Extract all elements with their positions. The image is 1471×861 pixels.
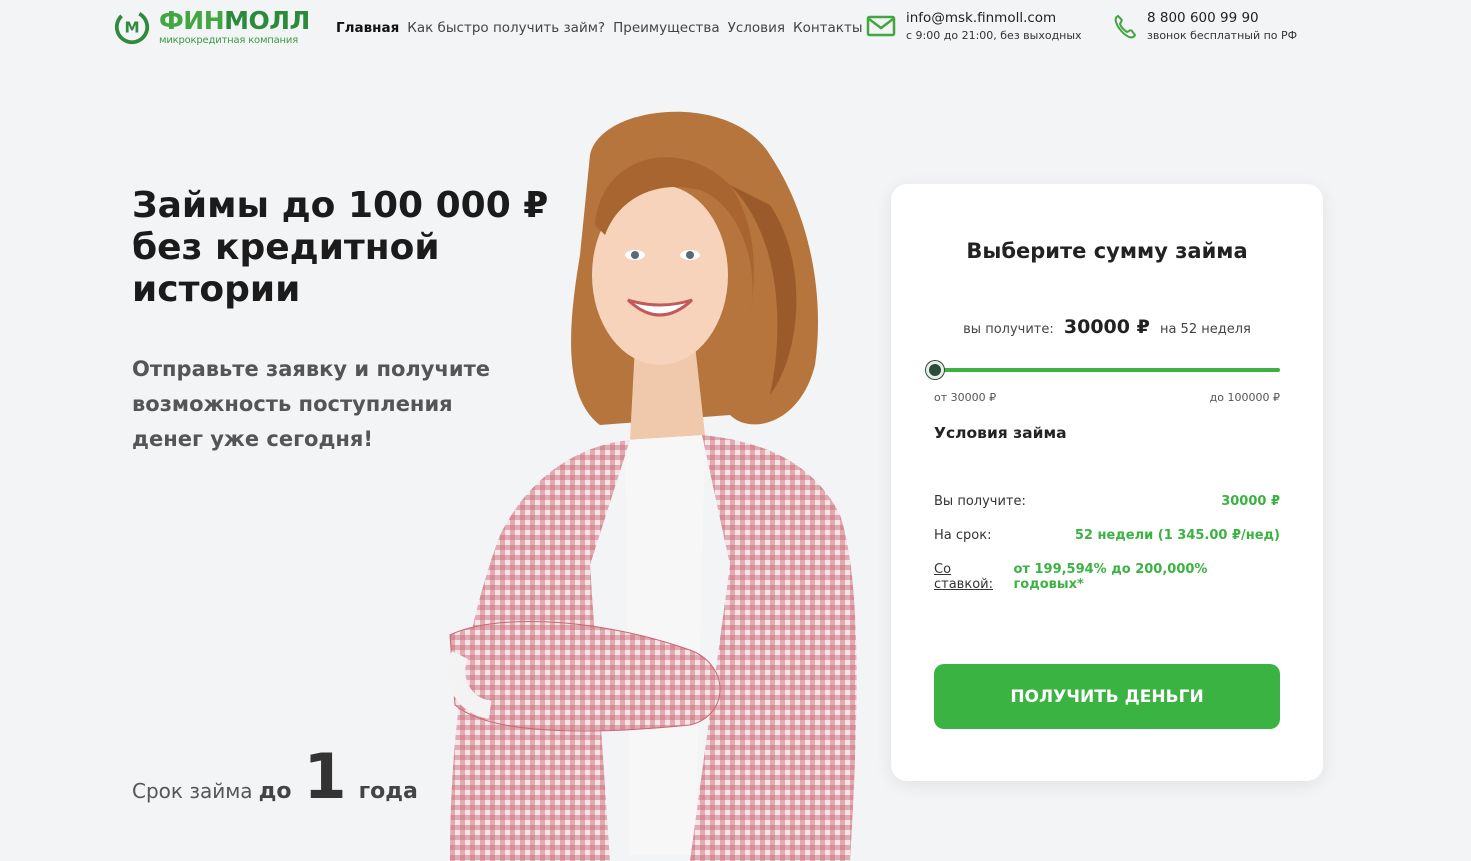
condition-row-amount: Вы получите: 30000 ₽ (934, 494, 1280, 509)
condition-value: от 199,594% до 200,000% годовых* (1013, 562, 1208, 592)
hero-person-image (447, 111, 857, 861)
condition-label: Вы получите: (934, 494, 1026, 509)
receive-label: вы получите: (963, 322, 1054, 337)
loan-calculator-card: Выберите сумму займа вы получите: 30000 … (891, 184, 1323, 781)
contact-phone[interactable]: 8 800 600 99 90 звонок бесплатный по РФ (1113, 10, 1297, 42)
phone-note: звонок бесплатный по РФ (1147, 29, 1298, 42)
rate-link[interactable]: Со ставкой: (934, 562, 1013, 592)
condition-value: 52 недели (1 345.00 ₽/нед) (1074, 528, 1280, 543)
term-prefix: Срок займа (132, 779, 253, 803)
mail-icon (866, 15, 896, 37)
nav-conditions[interactable]: Условия (728, 20, 785, 36)
logo-mark-icon: M (114, 9, 150, 45)
amount-slider[interactable] (926, 361, 1280, 379)
nav-contacts[interactable]: Контакты (793, 20, 862, 36)
email-address[interactable]: info@msk.finmoll.com (906, 10, 1082, 26)
contact-email[interactable]: info@msk.finmoll.com с 9:00 до 21:00, бе… (866, 10, 1082, 42)
main-nav: Главная Как быстро получить займ? Преиму… (336, 20, 862, 36)
amount-summary: вы получите: 30000 ₽ на 52 неделя (891, 316, 1323, 338)
get-money-button[interactable]: ПОЛУЧИТЬ ДЕНЬГИ (934, 664, 1280, 729)
selected-amount: 30000 ₽ (1063, 316, 1150, 338)
conditions-title: Условия займа (934, 424, 1067, 442)
email-hours: с 9:00 до 21:00, без выходных (906, 29, 1082, 42)
condition-row-rate: Со ставкой: от 199,594% до 200,000% годо… (934, 562, 1280, 592)
slider-handle[interactable] (926, 361, 944, 379)
nav-home[interactable]: Главная (336, 20, 399, 36)
term-unit: года (358, 779, 418, 804)
logo[interactable]: M ФИНМОЛЛ микрокредитная компания (113, 8, 310, 46)
logo-subtitle: микрокредитная компания (159, 35, 299, 46)
loan-term: Срок займа до 1 года (132, 740, 418, 813)
nav-advantages[interactable]: Преимущества (613, 20, 720, 36)
nav-how-to-get[interactable]: Как быстро получить займ? (407, 20, 605, 36)
condition-label: На срок: (934, 528, 992, 543)
condition-value: 30000 ₽ (1221, 494, 1280, 509)
selected-period: на 52 неделя (1159, 322, 1251, 337)
term-number: 1 (303, 740, 347, 813)
logo-name: ФИНМОЛЛ (159, 6, 310, 35)
slider-min-label: от 30000 ₽ (934, 391, 997, 404)
phone-number[interactable]: 8 800 600 99 90 (1147, 10, 1297, 26)
term-do: до (258, 779, 292, 804)
svg-text:M: M (124, 19, 139, 37)
slider-max-label: до 100000 ₽ (1209, 391, 1280, 404)
condition-row-term: На срок: 52 недели (1 345.00 ₽/нед) (934, 528, 1280, 543)
phone-icon (1114, 14, 1137, 39)
card-title: Выберите сумму займа (966, 239, 1248, 263)
